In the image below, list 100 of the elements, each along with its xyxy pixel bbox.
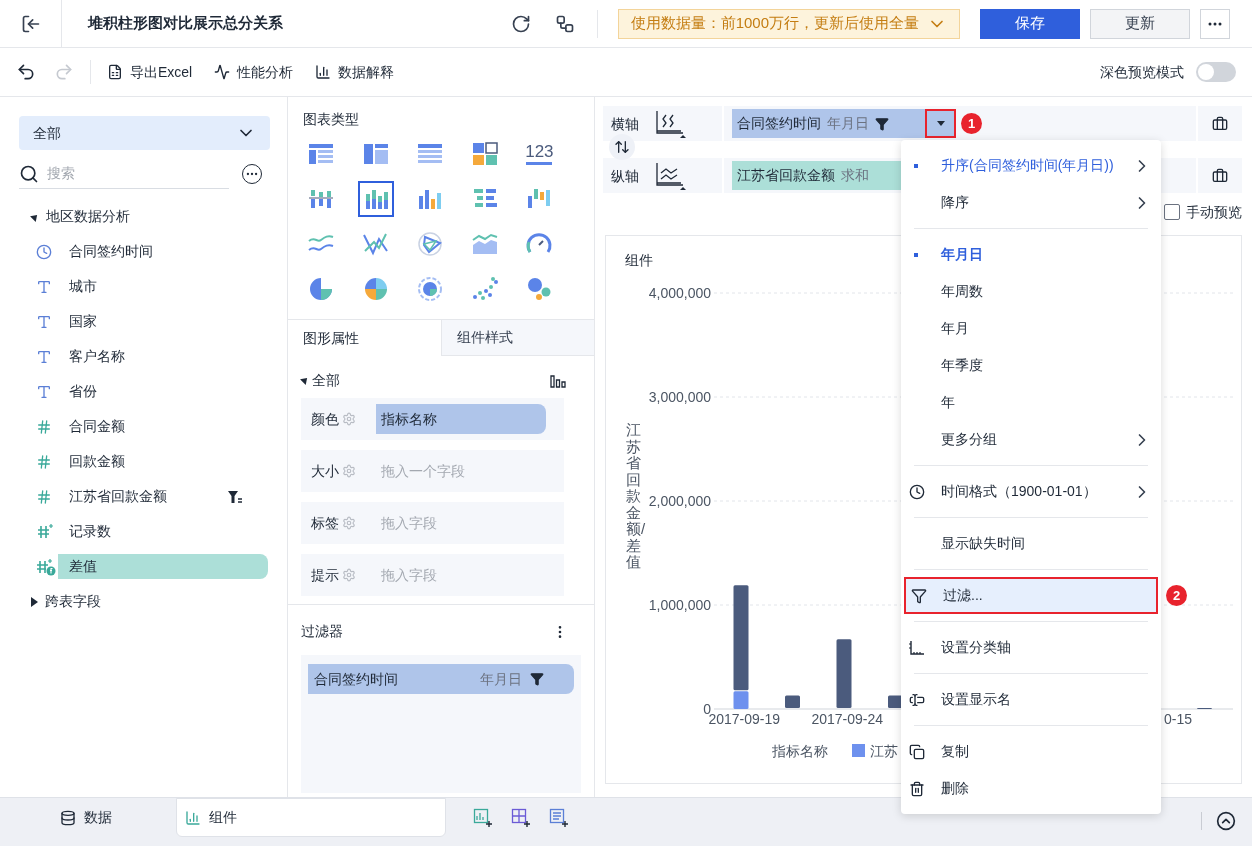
- more-icon: [1208, 21, 1222, 26]
- rename-icon: [909, 691, 925, 708]
- bottom-tab[interactable]: 组件: [176, 798, 446, 837]
- menu-item[interactable]: 设置分类轴: [904, 629, 1158, 666]
- property-label: 提示: [311, 565, 339, 585]
- x-tick-label: 0-15: [1163, 711, 1192, 727]
- field-item[interactable]: 差值: [58, 554, 268, 579]
- add-grid-icon[interactable]: [511, 808, 531, 828]
- report-title: 堆积柱形图对比展示总分关系: [88, 13, 283, 34]
- toolbox-icon[interactable]: [1212, 115, 1228, 132]
- property-label: 标签: [311, 513, 339, 533]
- menu-item[interactable]: 更多分组: [904, 421, 1158, 458]
- toolbar-button[interactable]: 数据解释: [315, 61, 395, 83]
- bar-chart-icon: [315, 64, 332, 80]
- x-tick-label: 2017-09-24: [811, 711, 883, 727]
- menu-item[interactable]: 年: [904, 384, 1158, 421]
- filter-icon: [530, 672, 544, 686]
- y-tick-label: 4,000,000: [648, 285, 711, 301]
- drop-field[interactable]: 大小 拖入一个字段: [301, 450, 564, 492]
- chart-title: 组件: [625, 251, 653, 270]
- text-type-icon: [36, 313, 52, 330]
- bottom-tab[interactable]: 数据: [0, 798, 176, 837]
- menu-item[interactable]: 升序(合同签约时间(年月日)): [904, 147, 1158, 184]
- bar-segment: [785, 695, 800, 708]
- drop-field[interactable]: 标签 拖入字段: [301, 502, 564, 544]
- bar-segment: [836, 639, 852, 708]
- menu-item[interactable]: 年月日: [904, 236, 1158, 273]
- bar-chart-icon[interactable]: [549, 372, 567, 388]
- toolbox-icon[interactable]: [1212, 167, 1228, 184]
- step-badge: 1: [961, 113, 982, 134]
- field-pill[interactable]: 江苏省回款金额 求和: [732, 161, 902, 190]
- folder-label[interactable]: 地区数据分析: [46, 206, 130, 227]
- delete-icon: [909, 780, 925, 797]
- legend-label[interactable]: 江苏: [870, 743, 898, 759]
- menu-item[interactable]: 年周数: [904, 273, 1158, 310]
- menu-item[interactable]: 删除: [904, 770, 1158, 807]
- menu-item[interactable]: 年季度: [904, 347, 1158, 384]
- menu-item[interactable]: 降序: [904, 184, 1158, 221]
- manual-preview-checkbox[interactable]: [1164, 204, 1180, 220]
- hash-icon: [36, 418, 52, 435]
- legend-title: 指标名称: [772, 743, 828, 759]
- field-item[interactable]: 回款金额: [58, 449, 268, 474]
- field-item[interactable]: 合同签约时间: [58, 239, 268, 264]
- relation-icon[interactable]: [554, 13, 575, 34]
- clock-icon: [909, 483, 925, 500]
- menu-item[interactable]: 复制: [904, 733, 1158, 770]
- horizontal-axis-icon[interactable]: [653, 108, 687, 139]
- collapse-icon[interactable]: [1216, 811, 1236, 831]
- refresh-icon[interactable]: [510, 13, 531, 34]
- undo-icon[interactable]: [16, 62, 36, 82]
- section-label[interactable]: 全部: [312, 369, 340, 391]
- field-item[interactable]: 城市: [58, 274, 268, 299]
- copy-icon: [909, 743, 925, 760]
- hash-icon: [36, 488, 52, 505]
- drop-field[interactable]: 提示 拖入字段: [301, 554, 564, 596]
- menu-item[interactable]: 设置显示名: [904, 681, 1158, 718]
- field-pill[interactable]: 合同签约时间 年月日: [732, 109, 925, 138]
- scope-dropdown[interactable]: 全部: [19, 116, 270, 150]
- menu-item[interactable]: 过滤...: [904, 577, 1158, 614]
- field-item[interactable]: 国家: [58, 309, 268, 334]
- search-field[interactable]: 搜索: [47, 163, 229, 184]
- menu-item[interactable]: 时间格式（1900-01-01）: [904, 473, 1158, 510]
- more-button[interactable]: [1200, 8, 1230, 39]
- arrows-icon: [614, 139, 630, 155]
- vertical-axis-icon[interactable]: [653, 160, 687, 191]
- chart-type-icon[interactable]: [357, 181, 394, 217]
- field-item[interactable]: 记录数: [58, 519, 268, 544]
- field-item[interactable]: 江苏省回款金额: [58, 484, 227, 509]
- folder-label[interactable]: 跨表字段: [45, 591, 101, 612]
- add-chart-icon[interactable]: [473, 808, 493, 828]
- field-menu-caret[interactable]: [925, 109, 956, 138]
- collapsed-caret-icon[interactable]: [31, 596, 38, 607]
- save-button[interactable]: 保存: [980, 8, 1080, 39]
- toolbar-button[interactable]: 性能分析: [214, 61, 294, 83]
- y-tick-label: 1,000,000: [648, 597, 711, 613]
- property-label: 大小: [311, 461, 339, 481]
- y-tick-label: 3,000,000: [648, 389, 711, 405]
- menu-item[interactable]: 年月: [904, 310, 1158, 347]
- database-icon: [60, 809, 76, 826]
- axis-label: 纵轴: [611, 167, 639, 186]
- field-pill[interactable]: 指标名称: [376, 404, 546, 434]
- add-list-icon[interactable]: [549, 808, 569, 828]
- text-type-icon: [36, 383, 52, 400]
- toolbar-button[interactable]: 导出Excel: [107, 61, 193, 83]
- field-item[interactable]: 客户名称: [58, 344, 268, 369]
- section-title: 图表类型: [303, 110, 360, 129]
- field-item[interactable]: 合同金额: [58, 414, 268, 439]
- field-item[interactable]: 省份: [58, 379, 268, 404]
- section-title: 过滤器: [301, 622, 343, 641]
- dark-preview-toggle[interactable]: [1196, 62, 1236, 82]
- menu-item[interactable]: 显示缺失时间: [904, 525, 1158, 562]
- manual-preview-label: 手动预览: [1186, 202, 1242, 222]
- exit-icon[interactable]: [20, 13, 41, 34]
- filter-pill[interactable]: 合同签约时间 年月日: [308, 664, 574, 694]
- property-tab[interactable]: 组件样式: [441, 320, 594, 356]
- dark-preview-label: 深色预览模式: [1100, 62, 1184, 82]
- search-icon: [19, 163, 39, 184]
- hash-star-icon: [36, 522, 54, 541]
- text-type-icon: [36, 278, 52, 295]
- update-button[interactable]: 更新: [1090, 8, 1190, 39]
